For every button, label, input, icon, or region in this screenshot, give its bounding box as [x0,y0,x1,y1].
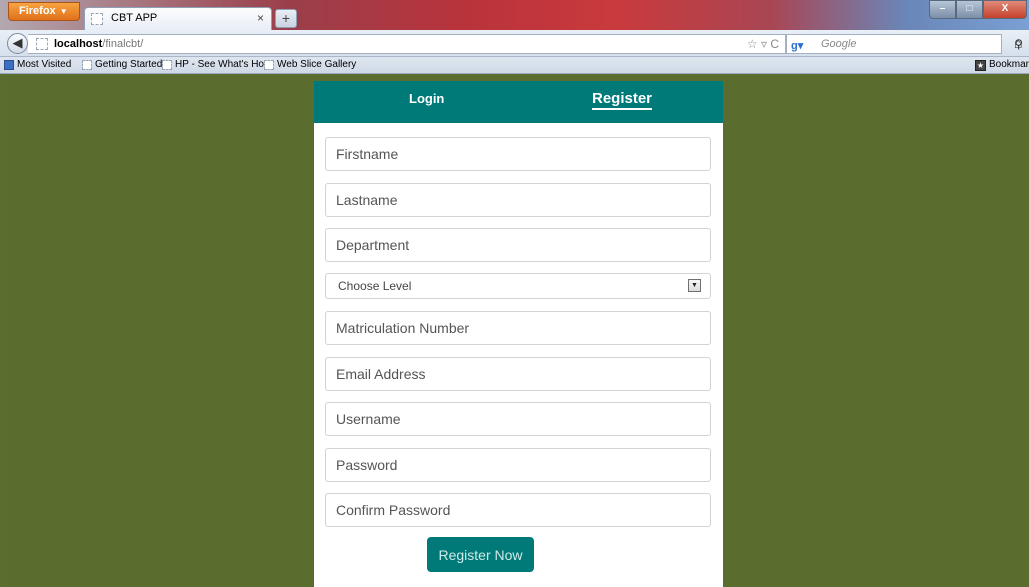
bookmark-getting-started[interactable]: Getting Started [82,57,162,73]
bookmark-label: HP - See What's Hot [175,59,267,70]
bookmark-label: Most Visited [17,59,72,70]
chevron-down-icon: ▼ [59,7,68,16]
google-icon[interactable]: g▾ [791,37,813,52]
url-host: localhost [54,38,103,50]
search-bar[interactable]: g▾ Google ⚲ [786,34,1023,54]
firefox-menu-label: Firefox [19,5,56,17]
register-card: Login Register Choose Level ▼ Register N… [314,81,723,587]
tab-title: CBT APP [111,12,158,24]
bookmark-web-slice[interactable]: Web Slice Gallery [264,57,356,73]
home-icon[interactable]: ⌂ [1014,35,1022,51]
bookmarks-menu-label: Bookmar [988,59,1029,70]
department-field[interactable] [325,228,711,262]
new-tab-button[interactable]: + [275,9,297,28]
site-icon [36,38,48,50]
tab-login[interactable]: Login [409,91,444,106]
level-select-value: Choose Level [338,279,412,293]
page-icon [162,60,172,70]
page-content: Login Register Choose Level ▼ Register N… [8,75,1029,587]
firstname-field[interactable] [325,137,711,171]
star-icon[interactable]: ☆ [747,37,758,51]
page-icon [91,13,103,25]
most-visited-icon [4,60,14,70]
page-icon [264,60,274,70]
close-window-button[interactable]: X [983,0,1027,19]
url-actions: ☆ ▿ C [747,35,779,53]
back-button[interactable]: ◀ [7,33,28,54]
lastname-field[interactable] [325,183,711,217]
tab-register[interactable]: Register [592,90,653,110]
reload-icon[interactable]: C [770,37,779,51]
bookmark-most-visited[interactable]: Most Visited [4,57,71,73]
page-icon [82,60,92,70]
card-header: Login Register [314,81,723,123]
window-controls: – □ X [929,0,1027,20]
register-now-button[interactable]: Register Now [427,537,534,572]
bookmarks-menu[interactable]: ★ Bookmar [974,57,1029,73]
url-path: /finalcbt/ [102,38,144,50]
chevron-down-icon[interactable]: ▼ [688,279,701,292]
level-select[interactable]: Choose Level ▼ [325,273,711,299]
browser-tab[interactable]: CBT APP × [84,7,272,30]
maximize-button[interactable]: □ [956,0,983,19]
email-field[interactable] [325,357,711,391]
close-tab-icon[interactable]: × [257,11,264,25]
firefox-menu-button[interactable]: Firefox ▼ [8,2,80,21]
password-field[interactable] [325,448,711,482]
bookmark-label: Web Slice Gallery [277,59,357,70]
bookmarks-bar: Most Visited Getting Started HP - See Wh… [0,57,1029,74]
minimize-button[interactable]: – [929,0,956,19]
confirm-password-field[interactable] [325,493,711,527]
window-titlebar: Firefox ▼ CBT APP × + – □ X [0,0,1029,30]
search-engine-label: Google [821,38,857,50]
address-bar[interactable]: localhost/finalcbt/ ☆ ▿ C [28,34,786,54]
username-field[interactable] [325,402,711,436]
dropdown-icon[interactable]: ▿ [761,37,767,51]
arrow-left-icon: ◀ [12,35,23,50]
matriculation-field[interactable] [325,311,711,345]
bookmark-label: Getting Started [95,59,163,70]
bookmarks-icon: ★ [974,59,986,71]
url-text: localhost/finalcbt/ [54,35,143,53]
navigation-bar: ◀ localhost/finalcbt/ ☆ ▿ C g▾ Google ⚲ … [0,30,1029,57]
bookmark-hp[interactable]: HP - See What's Hot [162,57,267,73]
